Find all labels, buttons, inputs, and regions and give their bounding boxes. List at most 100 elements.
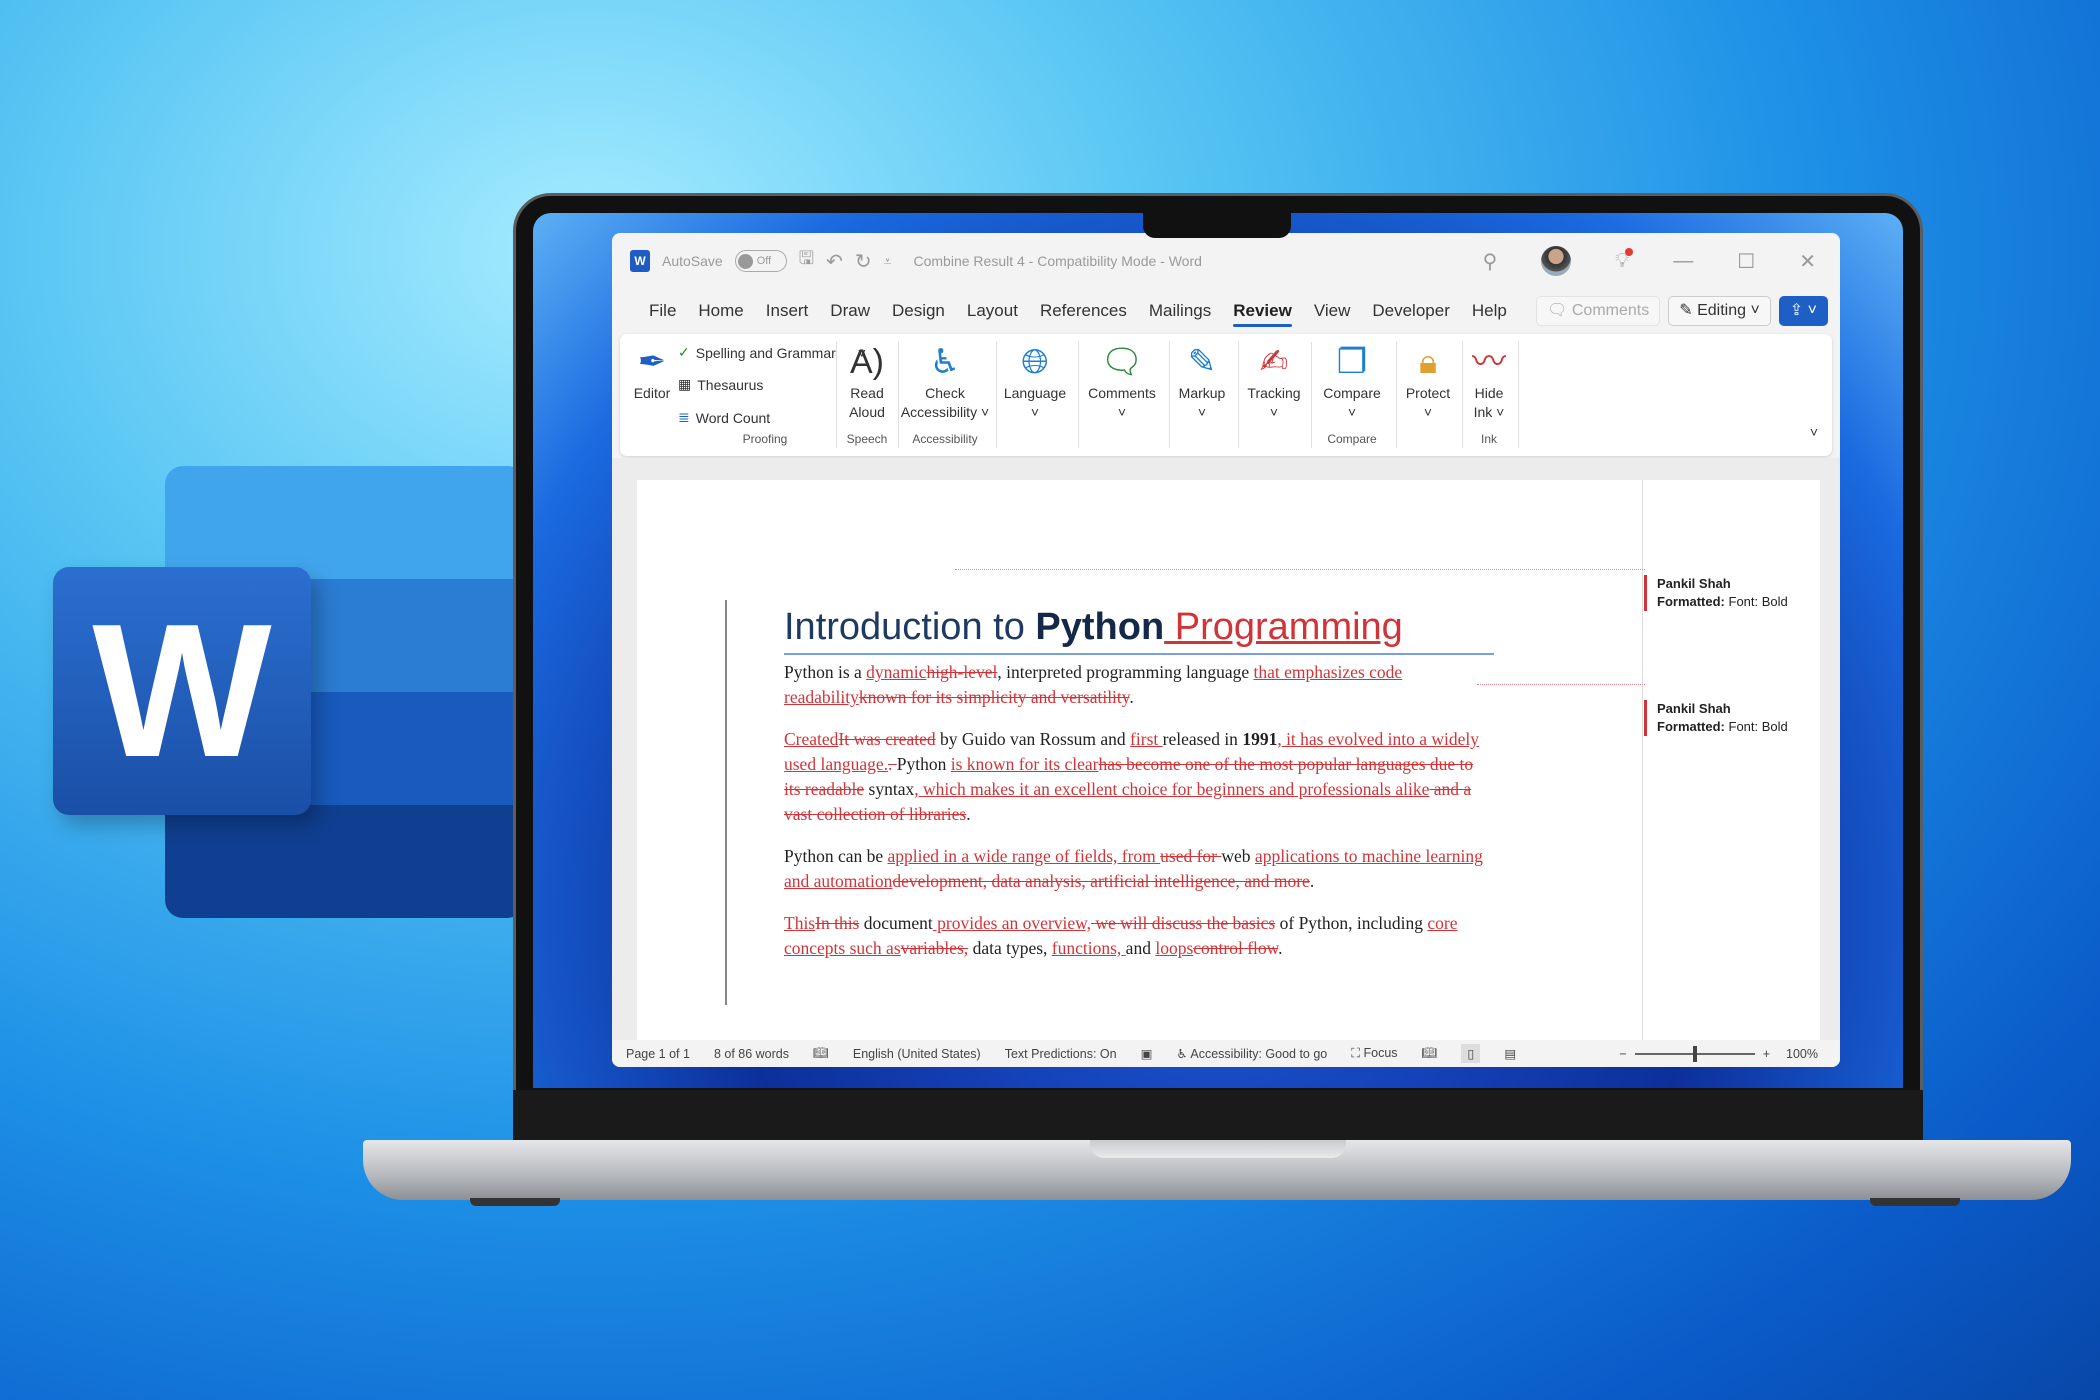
web-layout-icon[interactable]: ▤ (1504, 1046, 1516, 1061)
tab-file[interactable]: File (638, 293, 687, 329)
tab-layout[interactable]: Layout (956, 293, 1029, 329)
read-aloud-button[interactable]: A) Read Aloud (842, 342, 892, 422)
tab-design[interactable]: Design (881, 293, 956, 329)
tab-view[interactable]: View (1303, 293, 1362, 329)
text-run: Python can be (784, 846, 888, 866)
word-count-label: Word Count (695, 409, 771, 426)
collapse-ribbon-icon[interactable]: ˅ (1810, 424, 1818, 440)
zoom-slider[interactable] (1634, 1045, 1755, 1062)
revision-balloon[interactable]: Pankil Shah Formatted: Font: Bold (1644, 700, 1804, 736)
spelling-grammar-button[interactable]: ✓ Spelling and Grammar ˅ (678, 344, 866, 361)
hide-ink-button[interactable]: 〰 Hide Ink ˅ (1466, 342, 1512, 422)
check-label: Check (925, 385, 965, 401)
search-icon[interactable]: ⚲ (1483, 249, 1498, 274)
tab-developer[interactable]: Developer (1361, 293, 1461, 329)
group-label-speech: Speech (846, 432, 888, 446)
proofing-book-icon[interactable]: 📖︎ (813, 1046, 829, 1061)
word-window: W AutoSave Off 🖫 ↶ ↻ ⩡ Combine Result 4 … (612, 233, 1840, 1067)
word-count[interactable]: 8 of 86 words (714, 1047, 789, 1061)
inserted-text: loops (1155, 938, 1194, 958)
comments-label: Comments (1088, 385, 1156, 401)
document-area: Introduction to Python Programming Pytho… (612, 458, 1840, 1040)
share-button[interactable]: ⇪ ˅ (1778, 296, 1828, 326)
text-run: released in (1162, 729, 1243, 749)
tracking-button[interactable]: ✍︎ Tracking ˅ (1242, 342, 1306, 422)
word-count-button[interactable]: ≣ Word Count (678, 409, 770, 426)
maximize-button[interactable]: ☐ (1737, 249, 1755, 274)
laptop-chin (513, 1090, 1923, 1142)
ribbon-review: ✒ Editor ✓ Spelling and Grammar ˅ ▦ Thesauru… (620, 334, 1832, 456)
save-icon[interactable]: 🖫 (799, 246, 814, 276)
spelling-label: Spelling and Grammar (695, 344, 836, 361)
text-run: of Python, including (1275, 913, 1428, 933)
group-label-proofing: Proofing (742, 432, 788, 446)
print-layout-icon[interactable]: ▯ (1461, 1044, 1481, 1063)
paragraph: CreatedIt was created by Guido van Rossu… (784, 727, 1494, 827)
word-app-icon: W (630, 250, 650, 272)
tab-home[interactable]: Home (687, 293, 754, 329)
deleted-text: In this (815, 913, 860, 933)
protect-button[interactable]: 🔒︎ Protect ˅ (1400, 342, 1456, 422)
check-accessibility-button[interactable]: ♿︎ Check Accessibility ˅ (900, 342, 990, 422)
tracking-icon: ✍︎ (1259, 343, 1289, 381)
hide-label: Hide (1474, 385, 1504, 401)
comments-button[interactable]: 🗨︎ Comments (1536, 296, 1661, 326)
markup-button[interactable]: ✎ Markup ˅ (1172, 342, 1232, 422)
editor-button[interactable]: ✒ Editor (632, 342, 672, 403)
tab-insert[interactable]: Insert (755, 293, 820, 329)
thesaurus-button[interactable]: ▦ Thesaurus (678, 376, 763, 393)
language-button[interactable]: 🌐︎ Language ˅ (1000, 342, 1070, 422)
change-bar (725, 600, 727, 1005)
inserted-text: provides an overview, (932, 913, 1092, 933)
zoom-out-button[interactable]: − (1619, 1047, 1626, 1061)
inserted-text: This (784, 913, 816, 933)
undo-icon[interactable]: ↶ (826, 249, 843, 274)
text-predictions-status[interactable]: Text Predictions: On (1005, 1047, 1117, 1061)
comment-leader-line (1477, 684, 1645, 685)
zoom-level[interactable]: 100% (1786, 1047, 1818, 1061)
thesaurus-icon: ▦ (678, 376, 692, 392)
text-run: Python (896, 754, 951, 774)
zoom-slider-thumb[interactable] (1692, 1045, 1697, 1062)
close-button[interactable]: ✕ (1799, 249, 1816, 274)
tab-references[interactable]: References (1029, 293, 1138, 329)
tab-draw[interactable]: Draw (819, 293, 881, 329)
tab-mailings[interactable]: Mailings (1138, 293, 1222, 329)
language-label: Language (1003, 385, 1067, 401)
focus-button[interactable]: ⛶ Focus (1351, 1046, 1397, 1061)
comments-group-button[interactable]: 🗨︎ Comments ˅ (1082, 342, 1162, 422)
redo-icon[interactable]: ↻ (855, 249, 872, 274)
text-run: by Guido van Rossum and (935, 729, 1131, 749)
macro-recording-icon[interactable]: ▣ (1141, 1046, 1153, 1061)
language-globe-icon: 🌐︎ (1021, 343, 1049, 381)
customize-qat-icon[interactable]: ⩡ (884, 253, 892, 270)
focus-label: Focus (1363, 1046, 1398, 1060)
accessibility-label: Accessibility (900, 404, 978, 420)
editing-label: Editing (1697, 302, 1746, 319)
editing-mode-button[interactable]: ✎ Editing ˅ (1668, 296, 1771, 326)
avatar[interactable] (1541, 246, 1572, 276)
read-mode-icon[interactable]: 📖︎ (1422, 1046, 1438, 1061)
compare-button[interactable]: ❐ Compare ˅ (1316, 342, 1388, 422)
deleted-text: . (888, 754, 897, 774)
page-count[interactable]: Page 1 of 1 (626, 1047, 690, 1061)
deleted-text: known for its simplicity and versatility (858, 687, 1130, 707)
read-label: Read (850, 385, 884, 401)
document-page[interactable]: Introduction to Python Programming Pytho… (637, 480, 1820, 1040)
text-run: . (1278, 938, 1283, 958)
autosave-toggle[interactable]: Off (734, 250, 787, 272)
comment-label: Formatted: (1657, 719, 1725, 734)
thesaurus-label: Thesaurus (697, 376, 764, 393)
document-title-heading: Introduction to Python Programming (784, 606, 1494, 655)
laptop-lid-notch (1090, 1140, 1346, 1158)
accessibility-status[interactable]: ♿︎ Accessibility: Good to go (1176, 1046, 1327, 1061)
lightbulb-icon[interactable]: 💡︎ (1615, 247, 1634, 273)
minimize-button[interactable]: — (1673, 250, 1693, 273)
tab-help[interactable]: Help (1461, 293, 1518, 329)
revision-balloon[interactable]: Pankil Shah Formatted: Font: Bold (1644, 575, 1804, 611)
zoom-in-button[interactable]: + (1763, 1047, 1770, 1061)
language-status[interactable]: English (United States) (853, 1047, 981, 1061)
deleted-text: we will discuss the basics (1091, 913, 1276, 933)
document-body[interactable]: Python is a dynamichigh-level, interpret… (784, 660, 1494, 978)
tab-review[interactable]: Review (1222, 293, 1303, 329)
